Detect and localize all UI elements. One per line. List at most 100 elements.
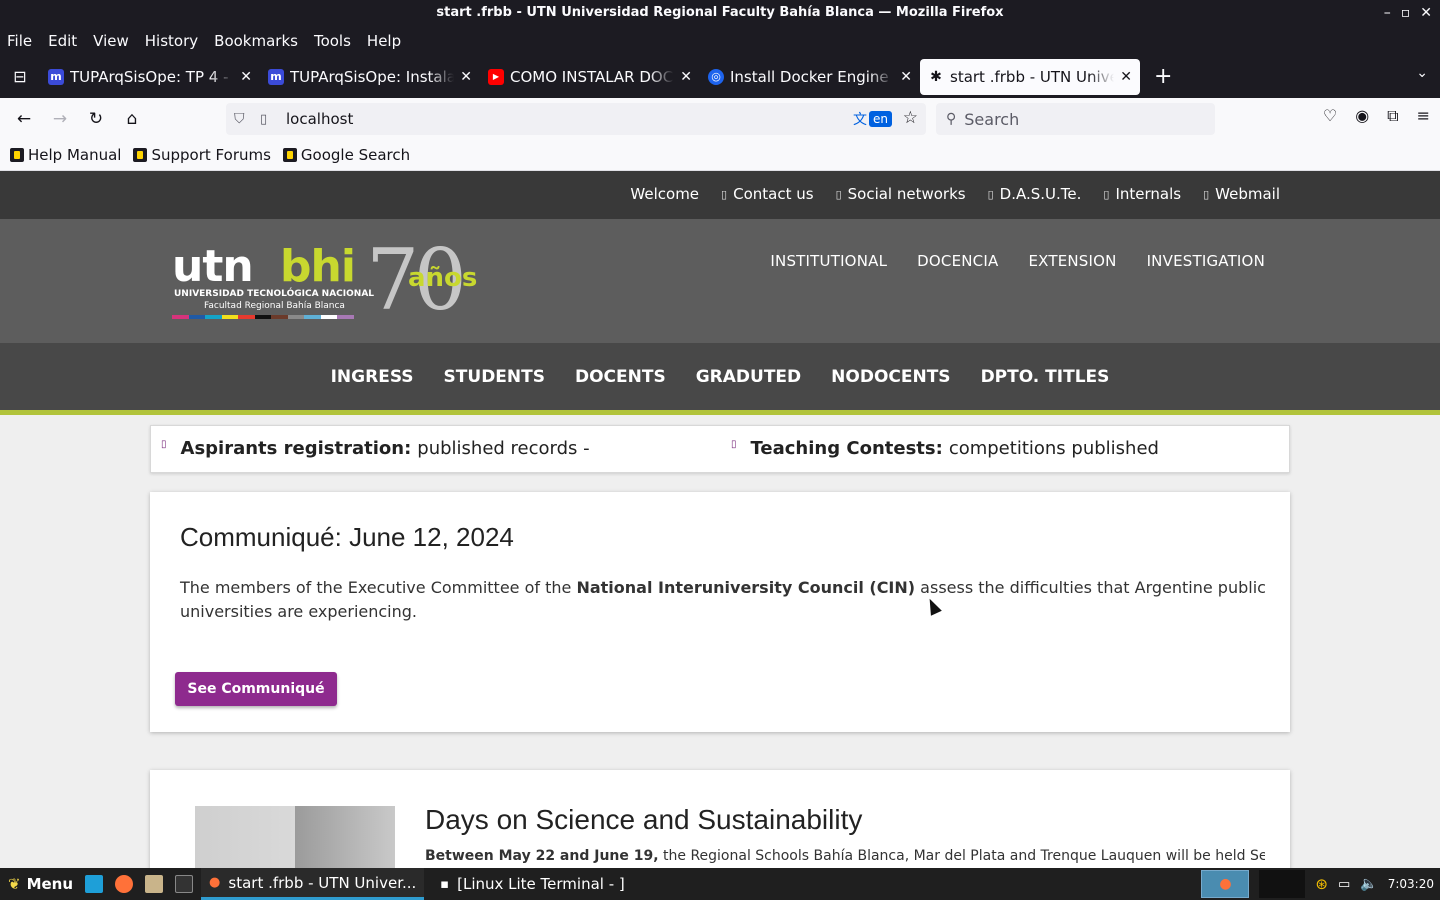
nav-extension[interactable]: EXTENSION xyxy=(1028,252,1116,270)
top-link-webmail[interactable]: ▯ Webmail xyxy=(1203,185,1280,203)
menu-edit[interactable]: Edit xyxy=(48,32,77,50)
top-link-internals[interactable]: ▯ Internals xyxy=(1103,185,1181,203)
bookmarks-toolbar: Help Manual Support Forums Google Search xyxy=(0,140,1440,171)
bookmark-help-manual[interactable]: Help Manual xyxy=(10,146,121,164)
close-tab-icon[interactable]: ✕ xyxy=(900,69,912,85)
tab-title: Install Docker Engine o xyxy=(730,67,895,86)
logo-color-stripes xyxy=(172,315,355,319)
see-communique-button[interactable]: See Communiqué xyxy=(175,672,337,706)
bookmark-label: Help Manual xyxy=(28,146,122,164)
back-arrow-icon[interactable]: ← xyxy=(6,103,42,135)
app-menu-icon[interactable]: ≡ xyxy=(1417,106,1430,126)
ticker-item[interactable]: ▯ Teaching Contests: competitions publis… xyxy=(731,438,1159,459)
workspace-2[interactable] xyxy=(1259,870,1306,898)
tab-title: COMO INSTALAR DOCK xyxy=(510,67,675,86)
menu-help[interactable]: Help xyxy=(367,32,401,50)
main-nav-nodocents[interactable]: NODOCENTS xyxy=(831,367,950,387)
forward-arrow-icon[interactable]: → xyxy=(42,103,78,135)
broken-image-icon: ▯ xyxy=(1103,187,1110,201)
extensions-icon[interactable]: ⧉ xyxy=(1387,106,1398,126)
shield-icon[interactable]: ⛉ xyxy=(234,111,254,127)
close-tab-icon[interactable]: ✕ xyxy=(1120,69,1132,85)
communique-card: Communiqué: June 12, 2024 The members of… xyxy=(150,492,1290,732)
terminal-icon: ▪ xyxy=(440,876,450,892)
taskbar-task-firefox[interactable]: ● start .frbb - UTN Univer... xyxy=(201,868,425,900)
bookmark-support-forums[interactable]: Support Forums xyxy=(133,146,271,164)
pocket-icon[interactable]: ♡ xyxy=(1323,106,1337,126)
logo-utn: utn xyxy=(172,241,254,292)
minimize-button[interactable]: – xyxy=(1384,0,1391,26)
translate-icon: 文 xyxy=(853,112,867,128)
account-icon[interactable]: ◉ xyxy=(1355,106,1369,126)
logo-anos: años xyxy=(408,263,478,293)
system-tray: ● ⊛ ▭ 🔈 7:03:20 xyxy=(1201,868,1434,900)
close-tab-icon[interactable]: ✕ xyxy=(240,69,252,85)
desktop-icon[interactable] xyxy=(85,875,104,893)
url-text[interactable]: localhost xyxy=(286,110,353,128)
menu-bookmarks[interactable]: Bookmarks xyxy=(214,32,298,50)
tab-active[interactable]: ✱ start .frbb - UTN Univers ✕ xyxy=(920,58,1140,95)
start-menu-button[interactable]: ❦ Menu xyxy=(8,875,73,893)
tab[interactable]: ◎ Install Docker Engine o ✕ xyxy=(700,59,920,95)
taskbar-task-terminal[interactable]: ▪ [Linux Lite Terminal - ] xyxy=(432,868,632,900)
ticker-item[interactable]: ▯ Aspirants registration: published reco… xyxy=(161,438,590,459)
top-link-social[interactable]: ▯ Social networks xyxy=(836,185,966,203)
firefox-icon: ● xyxy=(209,875,221,890)
network-icon[interactable]: ▭ xyxy=(1338,877,1350,892)
window-controls: – ▫ ✕ xyxy=(1384,0,1432,26)
top-link-contact[interactable]: ▯ Contact us xyxy=(721,185,814,203)
menu-view[interactable]: View xyxy=(93,32,129,50)
volume-icon[interactable]: 🔈 xyxy=(1360,876,1377,892)
file-manager-icon[interactable] xyxy=(145,875,164,893)
bookmark-google-search[interactable]: Google Search xyxy=(282,146,411,164)
close-tab-icon[interactable]: ✕ xyxy=(680,69,692,85)
menu-history[interactable]: History xyxy=(145,32,198,50)
nav-investigation[interactable]: INVESTIGATION xyxy=(1147,252,1265,270)
menu-tools[interactable]: Tools xyxy=(314,32,351,50)
utn-bhi-logo[interactable]: utn bhi UNIVERSIDAD TECNOLÓGICA NACIONAL… xyxy=(170,231,500,329)
top-link-welcome[interactable]: Welcome xyxy=(630,185,699,203)
main-nav-dpto-titles[interactable]: DPTO. TITLES xyxy=(981,367,1110,387)
news-thumbnail[interactable] xyxy=(195,806,395,870)
list-all-tabs-icon[interactable]: ⌄ xyxy=(1416,65,1428,81)
translate-button[interactable]: 文 en xyxy=(853,109,892,129)
task-label: start .frbb - UTN Univer... xyxy=(228,873,417,892)
bookmark-star-icon[interactable]: ☆ xyxy=(903,108,918,128)
new-tab-icon[interactable]: + xyxy=(1154,64,1172,89)
news-title[interactable]: Days on Science and Sustainability xyxy=(425,804,862,836)
search-placeholder: Search xyxy=(964,109,1020,129)
broken-image-icon: ▯ xyxy=(835,187,842,201)
firefox-view-icon[interactable]: ⊟ xyxy=(0,57,40,97)
docker-icon: ◎ xyxy=(708,68,724,85)
main-nav-ingress[interactable]: INGRESS xyxy=(331,367,414,387)
nav-toolbar: ← → ↻ ⌂ ⛉ ▯ localhost 文 en ☆ ⚲ Search ♡ … xyxy=(0,98,1440,140)
tab[interactable]: m TUPArqSisOpe: TP 4 - D ✕ xyxy=(40,59,260,95)
main-nav-students[interactable]: STUDENTS xyxy=(444,367,545,387)
tab[interactable]: ▶ COMO INSTALAR DOCK ✕ xyxy=(480,59,700,95)
url-bar[interactable]: ⛉ ▯ localhost 文 en ☆ xyxy=(226,103,926,135)
search-input[interactable]: ⚲ Search xyxy=(936,103,1215,135)
close-window-button[interactable]: ✕ xyxy=(1420,0,1432,26)
maximize-button[interactable]: ▫ xyxy=(1401,0,1411,26)
main-nav-docents[interactable]: DOCENTS xyxy=(575,367,666,387)
tab[interactable]: m TUPArqSisOpe: Instalac ✕ xyxy=(260,59,480,95)
bookmark-label: Google Search xyxy=(300,146,411,164)
nav-institutional[interactable]: INSTITUTIONAL xyxy=(770,252,887,270)
translate-language-badge: en xyxy=(869,111,892,127)
top-link-dasute[interactable]: ▯ D.A.S.U.Te. xyxy=(988,185,1082,203)
firefox-icon[interactable] xyxy=(115,875,134,893)
page-icon[interactable]: ▯ xyxy=(260,112,280,127)
terminal-icon[interactable] xyxy=(175,875,194,893)
news-bold: Between May 22 and June 19, xyxy=(425,848,659,864)
close-tab-icon[interactable]: ✕ xyxy=(460,69,472,85)
menu-file[interactable]: File xyxy=(7,32,32,50)
main-nav-graduted[interactable]: GRADUTED xyxy=(696,367,801,387)
top-link-label: Internals xyxy=(1115,185,1182,203)
broken-image-icon: ▯ xyxy=(987,187,994,201)
reload-icon[interactable]: ↻ xyxy=(78,103,114,135)
workspace-1[interactable]: ● xyxy=(1201,870,1250,898)
linux-lite-feather-icon: ❦ xyxy=(8,875,21,893)
nav-docencia[interactable]: DOCENCIA xyxy=(917,252,998,270)
updates-icon[interactable]: ⊛ xyxy=(1315,875,1328,893)
home-icon[interactable]: ⌂ xyxy=(114,103,150,135)
